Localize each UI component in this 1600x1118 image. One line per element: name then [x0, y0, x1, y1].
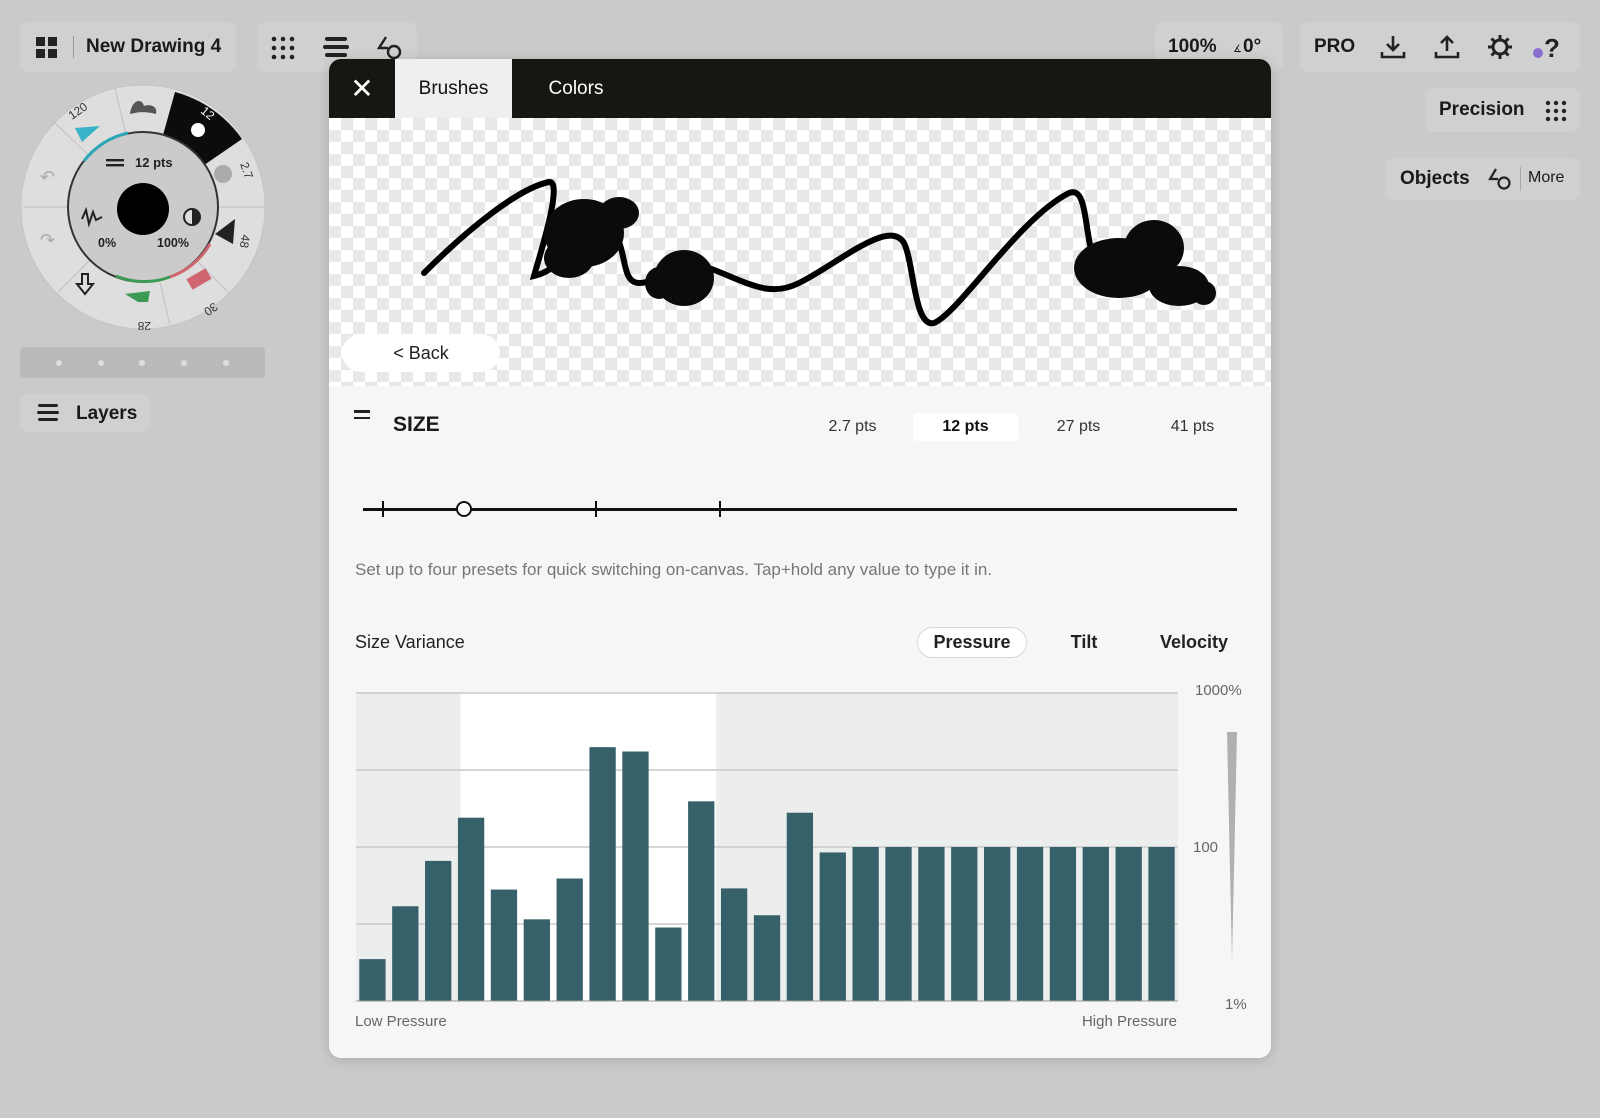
- brush-wheel[interactable]: 120 12 2.7 48 30 28 12 pts 0% 100%: [20, 84, 266, 330]
- grid-dots-icon: [1545, 100, 1567, 122]
- bar[interactable]: [852, 847, 879, 1001]
- wheel-preset-label: 48: [237, 233, 253, 249]
- bar[interactable]: [819, 852, 846, 1001]
- divider: [73, 36, 74, 58]
- layers-stack-icon[interactable]: [323, 35, 349, 61]
- modal-header: ✕ Brushes Colors: [329, 59, 1271, 118]
- help-icon[interactable]: ?: [1532, 32, 1562, 62]
- share-upload-icon[interactable]: [1434, 34, 1460, 60]
- shapes-icon[interactable]: [1488, 167, 1512, 191]
- opacity-min: 0%: [98, 236, 116, 250]
- divider: [1520, 167, 1521, 191]
- tab-brushes[interactable]: Brushes: [395, 59, 512, 118]
- bar[interactable]: [1148, 847, 1175, 1001]
- redo-icon[interactable]: ↷: [40, 230, 55, 251]
- download-icon[interactable]: [1380, 34, 1406, 60]
- pro-button[interactable]: PRO: [1314, 36, 1355, 58]
- slider-tick: [595, 501, 597, 517]
- tab-colors[interactable]: Colors: [512, 59, 640, 118]
- bar[interactable]: [918, 847, 945, 1001]
- brush-size-preview: [117, 183, 169, 235]
- bar[interactable]: [425, 860, 452, 1001]
- slider-knob[interactable]: [456, 501, 472, 517]
- size-preset[interactable]: 2.7 pts: [800, 413, 905, 441]
- brush-settings-modal: ✕ Brushes Colors < Back SIZE 2.7 pts 12 …: [329, 59, 1271, 1058]
- bar[interactable]: [1016, 847, 1044, 1001]
- scale-wedge: [1227, 732, 1237, 962]
- angle-icon: ∡: [1233, 44, 1242, 55]
- bar[interactable]: [655, 927, 682, 1001]
- bar[interactable]: [720, 888, 748, 1001]
- bar[interactable]: [786, 812, 814, 1001]
- size-title: SIZE: [393, 413, 440, 436]
- size-lines-icon: [354, 410, 370, 419]
- bar[interactable]: [359, 959, 386, 1001]
- gallery-grid-icon[interactable]: [36, 37, 58, 59]
- x-label-low: Low Pressure: [355, 1013, 447, 1030]
- bar[interactable]: [622, 751, 649, 1001]
- zoom-level: 100%: [1168, 36, 1217, 57]
- svg-text:?: ?: [1544, 33, 1560, 62]
- y-tick-label: 100: [1193, 839, 1219, 856]
- back-button[interactable]: < Back: [342, 334, 500, 372]
- actions-bar: PRO ?: [1300, 22, 1580, 72]
- size-slider[interactable]: [363, 508, 1237, 511]
- bar[interactable]: [984, 847, 1011, 1001]
- bar[interactable]: [885, 847, 912, 1001]
- size-preset[interactable]: 27 pts: [1026, 413, 1131, 441]
- y-tick-label: 1%: [1225, 996, 1247, 1013]
- bar[interactable]: [457, 817, 485, 1001]
- brush-stroke-preview: < Back: [329, 118, 1271, 386]
- bar[interactable]: [688, 801, 715, 1001]
- bar[interactable]: [1115, 847, 1142, 1001]
- bar[interactable]: [490, 889, 518, 1001]
- bar[interactable]: [1049, 847, 1077, 1001]
- document-title[interactable]: New Drawing 4: [86, 36, 221, 58]
- more-button[interactable]: More: [1528, 169, 1564, 187]
- wheel-size[interactable]: 12 pts: [135, 155, 173, 170]
- settings-gear-icon[interactable]: [1487, 34, 1513, 60]
- undo-icon[interactable]: ↶: [40, 167, 55, 188]
- slider-tick: [719, 501, 721, 517]
- y-tick-label: 1000%: [1195, 682, 1242, 699]
- rotation-value: 0°: [1243, 36, 1262, 57]
- slider-tick: [382, 501, 384, 517]
- precision-label: Precision: [1439, 99, 1525, 120]
- mode-tilt[interactable]: Tilt: [1059, 627, 1109, 658]
- bar[interactable]: [556, 878, 583, 1001]
- bar[interactable]: [392, 906, 419, 1001]
- x-label-high: High Pressure: [1081, 1013, 1177, 1030]
- size-help-text: Set up to four presets for quick switchi…: [355, 560, 993, 579]
- bar[interactable]: [589, 747, 616, 1001]
- precision-button[interactable]: Precision: [1425, 88, 1580, 132]
- size-variance-chart[interactable]: [356, 689, 1178, 1005]
- opacity-max: 100%: [157, 236, 189, 250]
- wheel-preset-label: 28: [137, 319, 151, 330]
- objects-button[interactable]: Objects: [1400, 168, 1470, 190]
- objects-bar: Objects More: [1385, 158, 1580, 200]
- mode-velocity[interactable]: Velocity: [1144, 627, 1244, 658]
- size-preset-selected[interactable]: 12 pts: [913, 413, 1018, 441]
- document-bar: New Drawing 4: [20, 22, 236, 72]
- bar[interactable]: [951, 847, 978, 1001]
- layers-stack-icon: [37, 404, 59, 421]
- grid-dots-icon[interactable]: [271, 36, 295, 60]
- layers-button[interactable]: Layers: [20, 394, 150, 432]
- slider-dots: [20, 360, 265, 366]
- layers-label: Layers: [76, 403, 138, 424]
- close-icon[interactable]: ✕: [329, 59, 395, 118]
- mode-pressure[interactable]: Pressure: [917, 627, 1027, 658]
- bar[interactable]: [753, 915, 781, 1001]
- size-preset[interactable]: 41 pts: [1140, 413, 1245, 441]
- bar[interactable]: [1082, 847, 1109, 1001]
- size-variance-label: Size Variance: [355, 632, 465, 652]
- shapes-icon[interactable]: [377, 35, 403, 61]
- bar[interactable]: [523, 919, 550, 1001]
- brush-slider-track[interactable]: [20, 347, 265, 378]
